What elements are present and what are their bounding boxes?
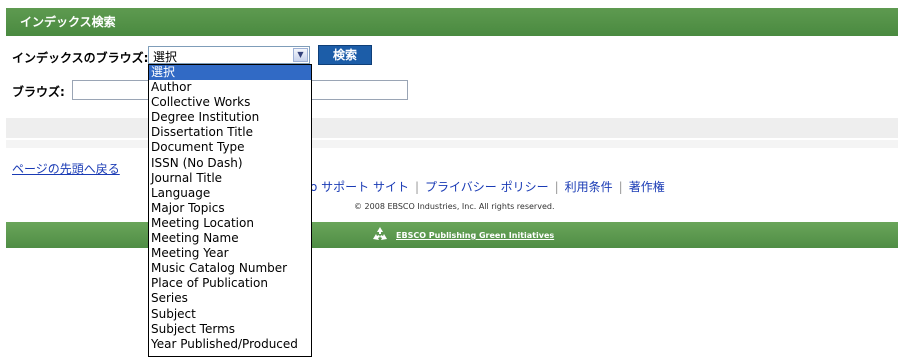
index-select-value: 選択 — [153, 50, 178, 64]
copyright-link[interactable]: 著作権 — [629, 180, 665, 194]
dropdown-option[interactable]: Degree Institution — [149, 110, 311, 125]
copyright-text: © 2008 EBSCO Industries, Inc. All rights… — [354, 202, 555, 211]
page-title: インデックス検索 — [20, 15, 116, 29]
footer-separator: | — [414, 180, 420, 194]
terms-link[interactable]: 利用条件 — [565, 180, 613, 194]
dropdown-option[interactable]: Music Catalog Number — [149, 261, 311, 276]
dropdown-option[interactable]: Journal Title — [149, 171, 311, 186]
header-bar: インデックス検索 — [6, 8, 898, 36]
chevron-down-icon[interactable]: ▼ — [293, 48, 308, 62]
dropdown-option[interactable]: Subject — [149, 307, 311, 322]
divider-band-secondary — [6, 140, 898, 148]
browse-label: ブラウズ: — [12, 85, 65, 99]
index-dropdown-list[interactable]: 選択 Author Collective Works Degree Instit… — [148, 64, 312, 357]
dropdown-option[interactable]: 選択 — [149, 65, 311, 81]
dropdown-option[interactable]: Meeting Name — [149, 231, 311, 246]
footer-separator: | — [554, 180, 559, 194]
dropdown-option[interactable]: Language — [149, 186, 311, 201]
footer-links: o サポート サイト | プライバシー ポリシー | 利用条件 | 著作権 — [310, 178, 665, 195]
footer-bar: EBSCO Publishing Green Initiatives — [6, 222, 898, 248]
dropdown-option[interactable]: Place of Publication — [149, 276, 311, 291]
search-button[interactable]: 検索 — [318, 45, 372, 65]
recycle-icon — [373, 227, 387, 240]
dropdown-option[interactable]: ISSN (No Dash) — [149, 156, 311, 171]
back-to-top-link[interactable]: ページの先頭へ戻る — [12, 160, 120, 177]
dropdown-option[interactable]: Major Topics — [149, 201, 311, 216]
dropdown-option[interactable]: Document Type — [149, 140, 311, 155]
support-site-link[interactable]: o サポート サイト — [310, 180, 409, 194]
divider-band — [6, 118, 898, 138]
browse-index-label: インデックスのブラウズ: — [12, 51, 149, 65]
dropdown-option[interactable]: Series — [149, 291, 311, 306]
dropdown-option[interactable]: Subject Terms — [149, 322, 311, 337]
footer-separator: | — [618, 180, 623, 194]
dropdown-option[interactable]: Collective Works — [149, 95, 311, 110]
dropdown-option[interactable]: Meeting Year — [149, 246, 311, 261]
dropdown-option[interactable]: Dissertation Title — [149, 125, 311, 140]
dropdown-option[interactable]: Year Published/Produced — [149, 337, 311, 352]
dropdown-option[interactable]: Author — [149, 80, 311, 95]
index-select[interactable]: 選択 ▼ — [148, 46, 310, 64]
privacy-policy-link[interactable]: プライバシー ポリシー — [425, 180, 549, 194]
dropdown-option[interactable]: Meeting Location — [149, 216, 311, 231]
green-initiatives-link[interactable]: EBSCO Publishing Green Initiatives — [396, 231, 554, 240]
